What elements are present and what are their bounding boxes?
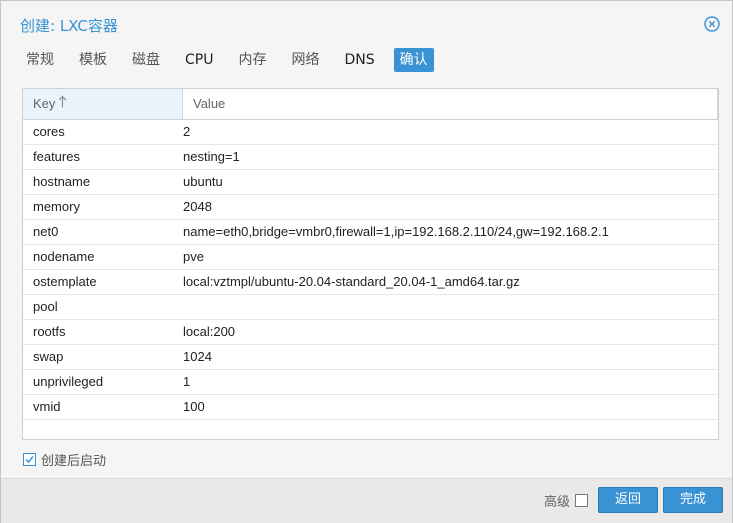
- column-header-key[interactable]: Key: [23, 89, 183, 119]
- row-value: local:200: [183, 324, 236, 339]
- advanced-toggle[interactable]: 高级: [544, 491, 588, 510]
- tab-template[interactable]: 模板: [73, 48, 113, 72]
- dialog-footer: 高级 返回 完成: [1, 478, 732, 523]
- table-row[interactable]: cores 2: [23, 120, 718, 145]
- row-key: net0: [33, 224, 59, 239]
- row-key: ostemplate: [33, 274, 97, 289]
- row-value: nesting=1: [183, 149, 240, 164]
- table-row[interactable]: net0 name=eth0,bridge=vmbr0,firewall=1,i…: [23, 220, 718, 245]
- confirm-grid: Key Value cores 2 features nesting=1 hos…: [22, 88, 719, 440]
- start-after-created-label: 创建后启动: [41, 454, 107, 469]
- grid-header: Key Value: [23, 89, 718, 120]
- tab-cpu[interactable]: CPU: [179, 48, 219, 72]
- checkbox-checked-icon[interactable]: [23, 453, 36, 466]
- row-key: cores: [33, 124, 65, 139]
- row-value: 2048: [183, 199, 212, 214]
- table-row[interactable]: features nesting=1: [23, 145, 718, 170]
- dialog-titlebar: 创建: LXC容器: [1, 1, 732, 45]
- row-value: 1: [183, 374, 191, 389]
- row-key: nodename: [33, 249, 95, 264]
- sort-ascending-icon: [58, 89, 67, 119]
- table-row[interactable]: swap 1024: [23, 345, 718, 370]
- row-value: pve: [183, 249, 204, 264]
- table-row[interactable]: unprivileged 1: [23, 370, 718, 395]
- table-row[interactable]: pool: [23, 295, 718, 320]
- table-row[interactable]: rootfs local:200: [23, 320, 718, 345]
- row-key: vmid: [33, 399, 61, 414]
- row-value: [173, 295, 718, 319]
- row-key: memory: [33, 199, 80, 214]
- row-key: rootfs: [33, 324, 66, 339]
- row-key: unprivileged: [33, 374, 104, 389]
- row-value: 2: [183, 124, 191, 139]
- tab-network[interactable]: 网络: [285, 48, 325, 72]
- row-key: pool: [33, 299, 58, 314]
- tab-general[interactable]: 常规: [20, 48, 60, 72]
- table-row[interactable]: nodename pve: [23, 245, 718, 270]
- start-after-created-checkbox[interactable]: 创建后启动: [23, 450, 106, 469]
- table-row[interactable]: vmid 100: [23, 395, 718, 420]
- column-header-key-label: Key: [33, 96, 56, 111]
- table-row[interactable]: hostname ubuntu: [23, 170, 718, 195]
- tab-confirm[interactable]: 确认: [393, 48, 434, 72]
- row-value: ubuntu: [183, 174, 223, 189]
- back-button[interactable]: 返回: [598, 487, 658, 513]
- row-value: 100: [183, 399, 205, 414]
- column-header-value[interactable]: Value: [183, 89, 718, 119]
- close-icon[interactable]: [704, 16, 720, 32]
- row-value: name=eth0,bridge=vmbr0,firewall=1,ip=192…: [183, 224, 609, 239]
- tab-memory[interactable]: 内存: [232, 48, 272, 72]
- dialog-title: 创建: LXC容器: [20, 17, 118, 35]
- row-key: hostname: [33, 174, 91, 189]
- wizard-tabs: 常规 模板 磁盘 CPU 内存 网络 DNS 确认: [20, 48, 447, 72]
- tab-dns[interactable]: DNS: [338, 48, 380, 72]
- row-value: 1024: [183, 349, 212, 364]
- tab-disks[interactable]: 磁盘: [126, 48, 166, 72]
- finish-button[interactable]: 完成: [663, 487, 723, 513]
- table-row[interactable]: ostemplate local:vztmpl/ubuntu-20.04-sta…: [23, 270, 718, 295]
- row-value: local:vztmpl/ubuntu-20.04-standard_20.04…: [183, 274, 520, 289]
- row-key: features: [33, 149, 80, 164]
- table-row[interactable]: memory 2048: [23, 195, 718, 220]
- row-key: swap: [33, 349, 64, 364]
- advanced-label: 高级: [543, 495, 570, 510]
- advanced-checkbox[interactable]: [575, 494, 588, 507]
- create-lxc-dialog: 创建: LXC容器 常规 模板 磁盘 CPU 内存 网络 DNS 确认 Key: [0, 0, 733, 523]
